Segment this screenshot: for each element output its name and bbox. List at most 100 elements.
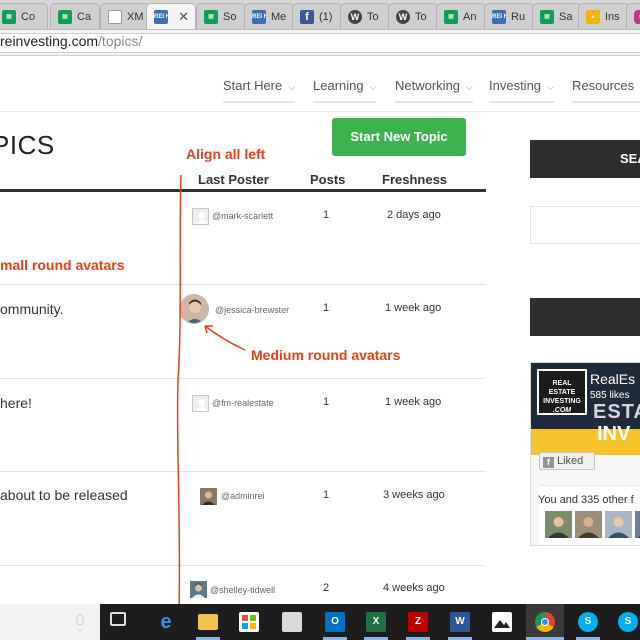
- browser-tab[interactable]: ▦ Co: [0, 3, 48, 29]
- nav-item-investing[interactable]: Investing ⌵: [489, 78, 554, 103]
- avatar[interactable]: [200, 488, 217, 505]
- microphone-icon[interactable]: [76, 614, 84, 633]
- fb-cover-image: ESTA INV REAL ESTATE INVESTING .COM Real…: [531, 363, 640, 455]
- row-divider: [0, 378, 486, 379]
- facebook-icon: f: [543, 457, 554, 468]
- sidebar-search-header: SEA: [530, 140, 640, 178]
- avatar[interactable]: [190, 581, 207, 598]
- browser-tab[interactable]: ◎: [626, 3, 640, 29]
- freshness-link[interactable]: 2 days ago: [387, 209, 441, 221]
- browser-tab[interactable]: f (1): [292, 3, 342, 29]
- post-count: 1: [323, 209, 330, 221]
- chevron-down-icon: ⌵: [288, 82, 296, 92]
- sidebar-widget-header: [530, 298, 640, 336]
- chevron-down-icon: ⌵: [369, 82, 377, 92]
- post-count: 1: [323, 396, 330, 408]
- task-view-icon[interactable]: [110, 612, 126, 626]
- skype-business-icon[interactable]: S: [618, 612, 638, 632]
- sheets-icon: ▦: [540, 10, 554, 24]
- document-icon: [108, 10, 122, 24]
- nav-item-networking[interactable]: Networking ⌵: [395, 78, 473, 103]
- friend-avatar[interactable]: [575, 511, 602, 538]
- annotation-align-left: Align all left: [186, 146, 266, 162]
- freshness-link[interactable]: 4 weeks ago: [383, 582, 445, 594]
- col-header-freshness: Freshness: [382, 172, 448, 187]
- avatar-photo: [190, 581, 207, 598]
- topic-title[interactable]: here!: [0, 395, 32, 411]
- fb-liked-button[interactable]: f Liked: [539, 452, 595, 470]
- fb-cover-text: INV: [597, 423, 631, 445]
- site-nav: Start Here ⌵ Learning ⌵ Networking ⌵ Invest…: [0, 56, 640, 112]
- browser-tab[interactable]: XM: [100, 3, 150, 29]
- col-header-posts: Posts: [310, 172, 346, 187]
- store-logo: [242, 615, 256, 629]
- poster-link[interactable]: @jessica-brewster: [215, 305, 289, 315]
- browser-tab[interactable]: ▦ Ca: [50, 3, 100, 29]
- edge-icon[interactable]: e: [156, 612, 176, 632]
- friend-avatar[interactable]: [605, 511, 632, 538]
- fb-page-name[interactable]: RealEs: [590, 371, 635, 387]
- close-tab-icon[interactable]: ✕: [178, 4, 189, 29]
- photos-logo: [494, 620, 510, 628]
- taskbar-search-box[interactable]: [0, 604, 100, 640]
- sheets-icon: ▦: [204, 10, 218, 24]
- sidebar-search-box[interactable]: [530, 206, 640, 244]
- browser-tab-active[interactable]: REI HOW ✕: [146, 3, 196, 29]
- browser-tab[interactable]: ▦ Sa: [532, 3, 582, 29]
- chrome-icon[interactable]: [535, 612, 555, 632]
- poster-link[interactable]: @fm-realestate: [212, 398, 274, 408]
- poster-link[interactable]: @shelley-tidwell: [210, 585, 275, 595]
- poster-link[interactable]: @mark-scarlett: [212, 211, 273, 221]
- browser-tab[interactable]: REI HOWMe: [244, 3, 294, 29]
- row-divider: [0, 284, 486, 285]
- annotation-small-avatars: mall round avatars: [0, 257, 125, 273]
- store-icon[interactable]: [239, 612, 259, 632]
- post-count: 1: [323, 302, 330, 314]
- sheets-icon: ▦: [2, 10, 16, 24]
- annotation-medium-avatars: Medium round avatars: [251, 347, 401, 363]
- fb-cover-text: ESTA: [593, 401, 640, 423]
- facebook-icon: f: [300, 10, 314, 24]
- post-count: 2: [323, 582, 330, 594]
- nav-item-learning[interactable]: Learning ⌵: [313, 78, 377, 103]
- freshness-link[interactable]: 1 week ago: [385, 396, 441, 408]
- nav-item-start-here[interactable]: Start Here ⌵: [223, 78, 296, 103]
- excel-icon[interactable]: X: [366, 612, 386, 632]
- filezilla-icon[interactable]: Z: [408, 612, 428, 632]
- avatar[interactable]: [192, 208, 209, 225]
- start-new-topic-button[interactable]: Start New Topic: [332, 118, 466, 156]
- outlook-icon[interactable]: O: [325, 612, 345, 632]
- browser-tab[interactable]: ▲ Ins: [578, 3, 630, 29]
- browser-tab[interactable]: ▦ An: [436, 3, 486, 29]
- photos-icon[interactable]: [492, 612, 512, 632]
- fb-like-count: 585 likes: [590, 390, 630, 401]
- browser-tab[interactable]: ▦ So: [196, 3, 246, 29]
- browser-tab-strip: ▦Co ▦Ca XM REI HOW ✕ ▦So REI HOWMe f(1) W…: [0, 0, 640, 30]
- skype-icon[interactable]: S: [578, 612, 598, 632]
- chevron-down-icon: ⌵: [466, 82, 473, 92]
- browser-tab[interactable]: REI HOWRu: [484, 3, 534, 29]
- url-text[interactable]: reinvesting.com/topics/: [0, 33, 142, 49]
- topic-title[interactable]: about to be released: [0, 487, 128, 503]
- avatar[interactable]: [179, 294, 209, 324]
- avatar[interactable]: [192, 395, 209, 412]
- reihow-icon: REI HOW: [154, 10, 168, 24]
- chrome-center: [541, 618, 549, 626]
- avatar-photo: [180, 295, 208, 323]
- browser-tab[interactable]: W To: [340, 3, 390, 29]
- onedrive-icon[interactable]: [282, 612, 302, 632]
- freshness-link[interactable]: 1 week ago: [385, 302, 441, 314]
- file-explorer-icon[interactable]: [198, 614, 218, 630]
- fb-friends-text: You and 335 other f: [538, 494, 634, 506]
- topic-title[interactable]: ommunity.: [0, 301, 64, 317]
- drive-icon: ▲: [586, 10, 600, 24]
- word-icon[interactable]: W: [450, 612, 470, 632]
- sheets-icon: ▦: [58, 10, 72, 24]
- friend-avatar[interactable]: [545, 511, 572, 538]
- browser-tab[interactable]: W To: [388, 3, 438, 29]
- poster-link[interactable]: @adminrei: [221, 491, 265, 501]
- freshness-link[interactable]: 3 weeks ago: [383, 489, 445, 501]
- nav-item-resources[interactable]: Resources⌵: [572, 78, 640, 103]
- friend-avatar[interactable]: [635, 511, 640, 538]
- facebook-page-widget[interactable]: ESTA INV REAL ESTATE INVESTING .COM Real…: [530, 362, 640, 546]
